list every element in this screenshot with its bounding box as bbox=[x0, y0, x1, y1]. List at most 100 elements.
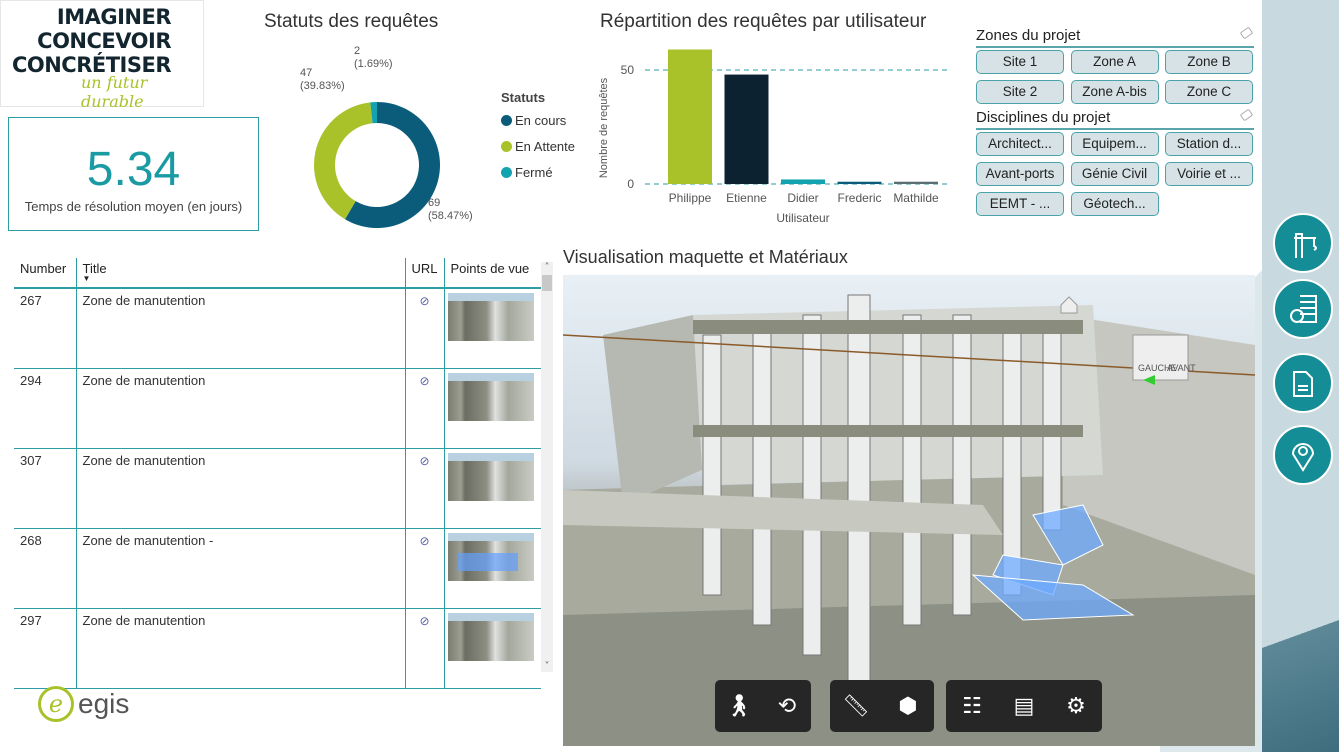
donut-data-label: 69 (58.47%) bbox=[428, 197, 473, 222]
slicer-header: Disciplines du projet bbox=[976, 108, 1254, 130]
bar[interactable] bbox=[724, 74, 769, 184]
donut-data-label: 2 (1.69%) bbox=[354, 45, 393, 70]
slicer-title: Zones du projet bbox=[976, 27, 1081, 44]
slicer-chip[interactable]: EEMT - ... bbox=[976, 192, 1064, 216]
ruler-icon[interactable]: 📏︎ bbox=[836, 694, 876, 719]
tools-toolbar-group: 📏︎ ⬢ bbox=[830, 680, 934, 732]
x-axis-label: Utilisateur bbox=[776, 211, 829, 225]
slicer-chip[interactable]: Génie Civil bbox=[1070, 162, 1159, 186]
slicer-chip[interactable]: Avant-ports bbox=[976, 162, 1064, 186]
slicer-chip[interactable]: Zone C bbox=[1165, 80, 1253, 104]
logo-tagline: un futur durable bbox=[81, 73, 148, 111]
bar[interactable] bbox=[837, 181, 882, 184]
link-icon[interactable]: ⊘ bbox=[419, 374, 429, 388]
column-header-url[interactable]: URL bbox=[404, 258, 445, 289]
home-icon[interactable] bbox=[1060, 296, 1078, 314]
cell-title: Zone de manutention bbox=[75, 288, 405, 369]
logo-line: IMAGINER bbox=[56, 5, 172, 29]
location-pin-icon[interactable] bbox=[1273, 425, 1333, 485]
viewpoint-thumbnail[interactable] bbox=[447, 293, 534, 341]
column-header-title[interactable]: Title ▼ bbox=[75, 258, 405, 289]
logo-line: CONCEVOIR bbox=[37, 29, 171, 53]
link-icon[interactable]: ⊘ bbox=[419, 294, 429, 308]
viewcube-label: AVANT bbox=[1167, 363, 1196, 373]
sort-desc-icon: ▼ bbox=[82, 274, 91, 283]
viewpoint-thumbnail[interactable] bbox=[447, 532, 534, 581]
table-scrollbar[interactable]: ˄ ˅ bbox=[541, 262, 553, 672]
person-icon[interactable]: 🚶︎ bbox=[719, 694, 759, 719]
eraser-icon[interactable] bbox=[1239, 26, 1254, 40]
settings-icon[interactable]: ⚙ bbox=[1056, 694, 1096, 719]
viewpoint-thumbnail[interactable] bbox=[447, 612, 534, 661]
table-row[interactable]: 294 Zone de manutention ⊘ bbox=[14, 368, 541, 449]
orbit-icon[interactable]: ⟲ bbox=[767, 694, 807, 719]
slicer-chip[interactable]: Site 1 bbox=[976, 50, 1064, 74]
eraser-icon[interactable] bbox=[1239, 108, 1254, 122]
viewer-title: Visualisation maquette et Matériaux bbox=[563, 247, 848, 267]
slicer-chip[interactable]: Station d... bbox=[1165, 132, 1253, 156]
kpi-value: 5.34 bbox=[86, 143, 181, 196]
donut-chart: 69 (58.47%) 47 (39.83%) 2 (1.69%) bbox=[300, 45, 473, 228]
3d-viewer[interactable]: GAUCHE AVANT bbox=[563, 275, 1255, 746]
table-row[interactable]: 267 Zone de manutention ⊘ bbox=[14, 288, 541, 369]
tree-icon[interactable]: ☷ bbox=[952, 694, 992, 719]
slicer-chip[interactable]: Zone A-bis bbox=[1070, 80, 1159, 104]
slicer-chip[interactable]: Voirie et ... bbox=[1165, 162, 1253, 186]
x-tick-label: Didier bbox=[787, 191, 818, 205]
table-row[interactable]: 307 Zone de manutention ⊘ bbox=[14, 448, 541, 529]
cell-number: 294 bbox=[14, 368, 76, 449]
link-icon[interactable]: ⊘ bbox=[419, 454, 429, 468]
documents-icon[interactable] bbox=[1273, 353, 1333, 413]
kpi-caption: Temps de résolution moyen (en jours) bbox=[24, 199, 243, 214]
egis-logo: e egis bbox=[38, 686, 129, 722]
column-header-viewpoints[interactable]: Points de vue bbox=[443, 258, 541, 289]
properties-icon[interactable]: ▤ bbox=[1004, 694, 1044, 719]
donut-title: Statuts des requêtes bbox=[264, 11, 439, 32]
table-row[interactable]: 297 Zone de manutention ⊘ bbox=[14, 608, 541, 689]
zones-slicer: Zones du projet bbox=[976, 26, 1254, 48]
navigation-toolbar-group: 🚶︎ ⟲ bbox=[715, 680, 811, 732]
y-axis-label: Nombre de requêtes bbox=[598, 77, 610, 178]
kpi-card: 5.34 Temps de résolution moyen (en jours… bbox=[8, 117, 259, 231]
legend-item[interactable]: En cours bbox=[501, 107, 575, 133]
bar[interactable] bbox=[781, 179, 825, 184]
table-row[interactable]: 268 Zone de manutention - ⊘ bbox=[14, 528, 541, 609]
crane-icon[interactable] bbox=[1273, 213, 1333, 273]
donut-slice[interactable] bbox=[314, 102, 373, 220]
legend-dot bbox=[501, 114, 512, 126]
cell-number: 297 bbox=[14, 608, 76, 689]
x-tick-label: Philippe bbox=[669, 191, 712, 205]
scroll-thumb[interactable] bbox=[542, 275, 552, 291]
viewpoint-thumbnail[interactable] bbox=[447, 452, 534, 501]
bar[interactable] bbox=[894, 181, 938, 184]
building-model: GAUCHE AVANT bbox=[563, 294, 1255, 746]
slicer-chip[interactable]: Géotech... bbox=[1070, 192, 1159, 216]
bar-chart-title: Répartition des requêtes par utilisateur bbox=[600, 11, 927, 32]
viewpoint-thumbnail[interactable] bbox=[447, 372, 534, 421]
slicer-header: Zones du projet bbox=[976, 26, 1254, 48]
scroll-up-icon[interactable]: ˄ bbox=[541, 262, 553, 273]
slicer-chip[interactable]: Architect... bbox=[976, 132, 1064, 156]
legend-label: En cours bbox=[515, 112, 567, 128]
column-header-number[interactable]: Number bbox=[14, 258, 76, 289]
bar[interactable] bbox=[668, 49, 712, 185]
cell-title: Zone de manutention - bbox=[75, 528, 405, 609]
slicer-chip[interactable]: Site 2 bbox=[976, 80, 1064, 104]
slicer-title: Disciplines du projet bbox=[976, 109, 1111, 126]
scroll-down-icon[interactable]: ˅ bbox=[541, 661, 553, 672]
link-icon[interactable]: ⊘ bbox=[419, 614, 429, 628]
x-tick-label: Etienne bbox=[726, 191, 767, 205]
donut-data-label: 47 (39.83%) bbox=[300, 67, 345, 92]
legend-item[interactable]: En Attente bbox=[501, 133, 575, 159]
legend-item[interactable]: Fermé bbox=[501, 159, 575, 185]
slicer-chip[interactable]: Zone A bbox=[1070, 50, 1159, 74]
legend-label: Fermé bbox=[515, 164, 553, 180]
link-icon[interactable]: ⊘ bbox=[419, 534, 429, 548]
explode-cube-icon[interactable]: ⬢ bbox=[888, 694, 928, 719]
bar-chart: 0 50 Philippe Etienne Didier Frederic Mathilde… bbox=[598, 49, 950, 225]
slicer-chip[interactable]: Zone B bbox=[1165, 50, 1253, 74]
slicer-chip[interactable]: Equipem... bbox=[1070, 132, 1159, 156]
legend-dot bbox=[501, 140, 512, 152]
wall-gear-icon[interactable] bbox=[1273, 279, 1333, 339]
donut-legend: Statuts En cours En Attente Fermé bbox=[501, 90, 575, 185]
